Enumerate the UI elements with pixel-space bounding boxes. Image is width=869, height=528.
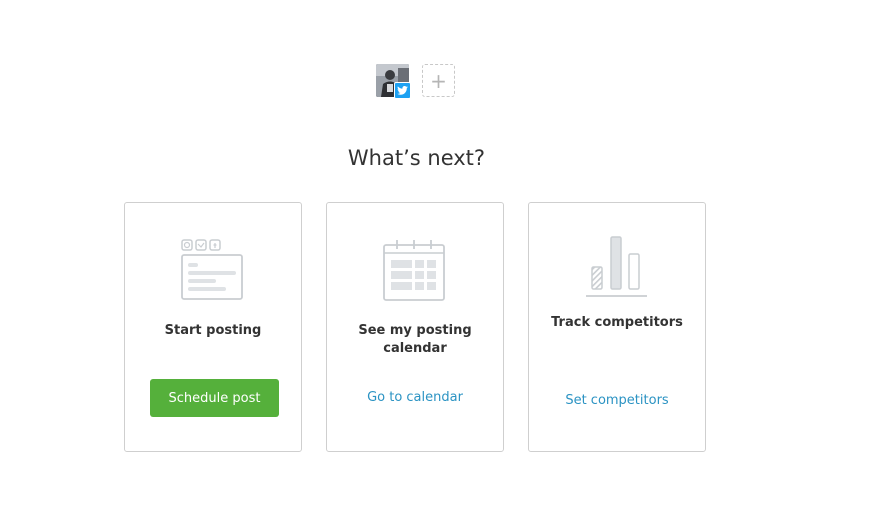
set-competitors-link[interactable]: Set competitors: [529, 393, 705, 408]
post-editor-icon: [181, 239, 243, 300]
schedule-post-button[interactable]: Schedule post: [150, 379, 279, 417]
twitter-icon: [397, 86, 408, 95]
bar-chart-icon: [586, 236, 647, 297]
twitter-badge: [394, 82, 411, 99]
card-title: See my posting calendar: [358, 323, 472, 356]
plus-icon: +: [430, 68, 447, 93]
go-to-calendar-link[interactable]: Go to calendar: [327, 390, 503, 405]
card-track-competitors: Track competitors Set competitors: [528, 202, 706, 452]
page-title: What’s next?: [347, 146, 486, 170]
add-account-button[interactable]: +: [422, 64, 455, 97]
account-avatar[interactable]: [376, 64, 411, 99]
card-title: Track competitors: [551, 315, 683, 330]
calendar-icon: [383, 240, 445, 301]
card-start-posting: Start posting Schedule post: [124, 202, 302, 452]
card-title: Start posting: [164, 323, 262, 338]
card-posting-calendar: See my posting calendar Go to calendar: [326, 202, 504, 452]
connected-accounts: +: [376, 64, 455, 99]
